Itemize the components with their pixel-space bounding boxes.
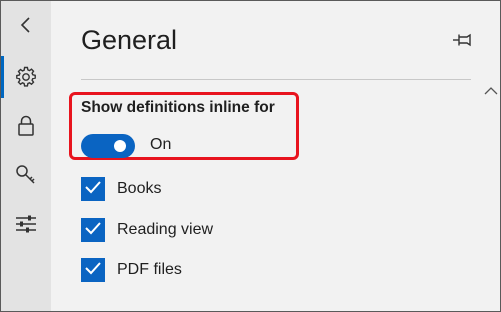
- settings-panel: General Show definitions inline for On B…: [51, 1, 500, 311]
- lock-icon: [17, 115, 35, 137]
- sidebar-item-passwords[interactable]: [1, 155, 51, 195]
- checkmark-icon: [84, 221, 102, 240]
- key-icon: [15, 164, 37, 186]
- checkbox-box[interactable]: [81, 258, 105, 282]
- checkbox-label: Books: [117, 180, 162, 197]
- chevron-left-icon: [19, 16, 33, 34]
- checkbox-box[interactable]: [81, 218, 105, 242]
- scroll-up-button[interactable]: [483, 85, 499, 97]
- page-title: General: [81, 25, 178, 55]
- checkmark-icon: [84, 261, 102, 280]
- gear-icon: [15, 66, 37, 88]
- back-button[interactable]: [1, 5, 51, 45]
- definitions-toggle[interactable]: [81, 134, 135, 158]
- definitions-label: Show definitions inline for: [81, 99, 275, 116]
- settings-window: General Show definitions inline for On B…: [0, 0, 501, 312]
- checkbox-pdf-files[interactable]: PDF files: [81, 257, 182, 283]
- checkbox-books[interactable]: Books: [81, 176, 161, 202]
- sidebar-item-advanced[interactable]: [1, 204, 51, 244]
- sliders-icon: [15, 214, 37, 234]
- checkbox-box[interactable]: [81, 177, 105, 201]
- pin-button[interactable]: [451, 31, 473, 53]
- checkbox-label: PDF files: [117, 261, 182, 278]
- toggle-knob: [114, 140, 126, 152]
- toggle-state-label: On: [150, 136, 172, 153]
- checkmark-icon: [84, 180, 102, 199]
- sidebar-item-privacy[interactable]: [1, 106, 51, 146]
- pin-icon: [452, 33, 472, 52]
- checkbox-label: Reading view: [117, 221, 214, 238]
- divider: [81, 79, 471, 80]
- sidebar-item-general[interactable]: [1, 57, 51, 97]
- chevron-up-icon: [484, 82, 498, 100]
- checkbox-reading-view[interactable]: Reading view: [81, 217, 213, 243]
- sidebar-rail: [1, 1, 51, 311]
